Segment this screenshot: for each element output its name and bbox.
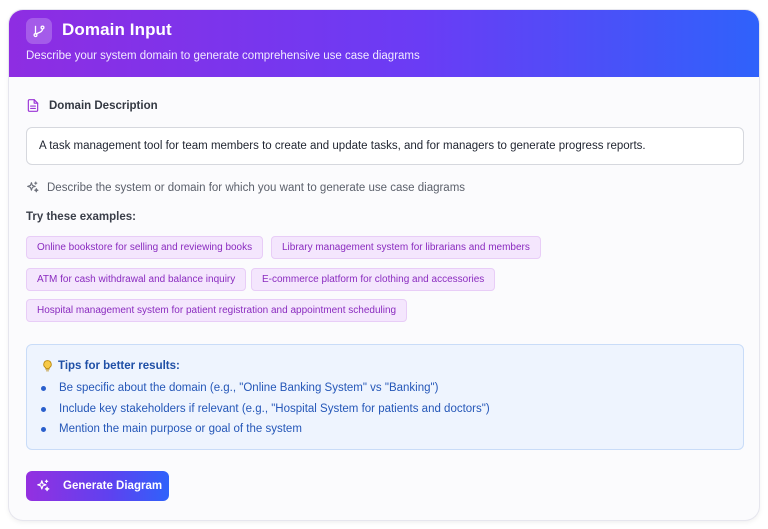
tip-text: Include key stakeholders if relevant (e.…: [59, 403, 490, 415]
example-chip[interactable]: E-commerce platform for clothing and acc…: [251, 268, 496, 291]
generate-diagram-button[interactable]: Generate Diagram: [26, 471, 169, 501]
domain-description-label-text: Domain Description: [49, 99, 158, 112]
generate-diagram-label: Generate Diagram: [63, 480, 163, 492]
tip-text: Mention the main purpose or goal of the …: [59, 423, 302, 435]
sparkles-icon: [36, 479, 50, 493]
document-icon: [26, 98, 40, 113]
examples-title: Try these examples:: [26, 211, 136, 223]
tip-text: Be specific about the domain (e.g., "Onl…: [59, 382, 439, 394]
domain-description-label: Domain Description: [26, 98, 158, 113]
card-header: Domain Input Describe your system domain…: [9, 10, 759, 77]
example-chip[interactable]: Library management system for librarians…: [271, 236, 541, 259]
tips-panel: Tips for better results: Be specific abo…: [26, 344, 744, 450]
example-chip[interactable]: ATM for cash withdrawal and balance inqu…: [26, 268, 247, 291]
example-chip[interactable]: Online bookstore for selling and reviewi…: [26, 236, 264, 259]
bullet: [41, 406, 46, 412]
page-title: Domain Input: [62, 20, 172, 39]
tip-item: Mention the main purpose or goal of the …: [41, 423, 302, 435]
sparkles-icon: [26, 181, 39, 194]
bullet: [41, 426, 46, 432]
example-chip[interactable]: Hospital management system for patient r…: [26, 299, 408, 322]
git-branch-icon: [26, 18, 52, 44]
domain-input-card: Domain Input Describe your system domain…: [9, 10, 759, 520]
description-hint: Describe the system or domain for which …: [26, 181, 465, 194]
bullet: [41, 385, 46, 391]
page-subtitle: Describe your system domain to generate …: [26, 50, 420, 62]
lightbulb-icon: [41, 359, 54, 373]
domain-description-input[interactable]: A task management tool for team members …: [26, 127, 744, 165]
tip-item: Be specific about the domain (e.g., "Onl…: [41, 382, 438, 394]
tips-title-text: Tips for better results:: [58, 360, 180, 372]
tips-title: Tips for better results:: [41, 359, 180, 373]
description-hint-text: Describe the system or domain for which …: [47, 181, 466, 194]
tip-item: Include key stakeholders if relevant (e.…: [41, 403, 490, 415]
